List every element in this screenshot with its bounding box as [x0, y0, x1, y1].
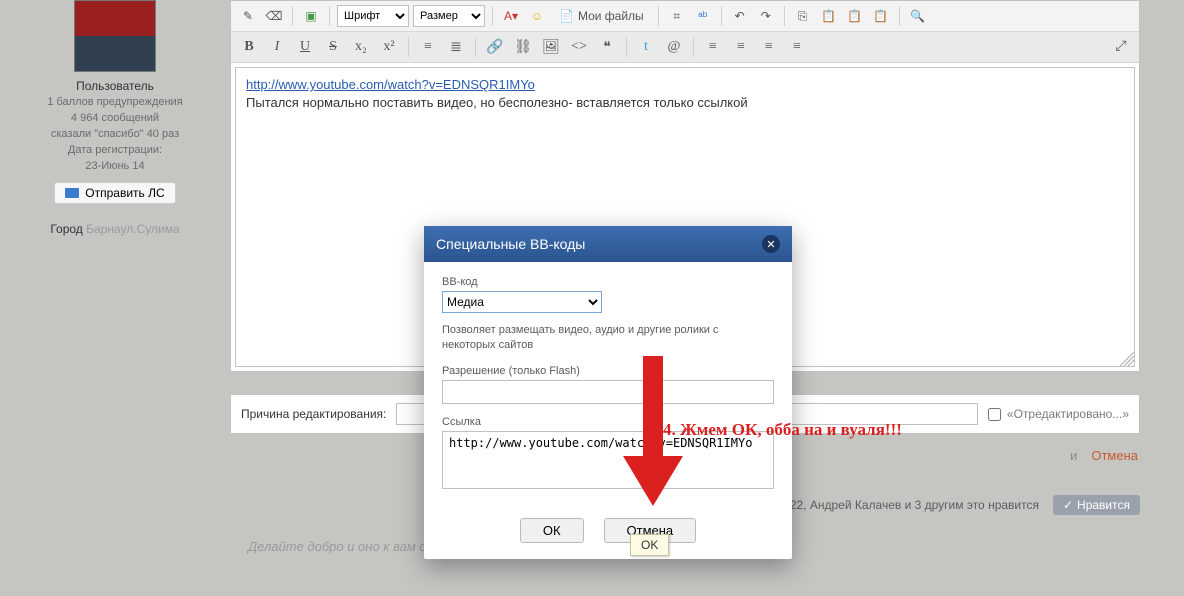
- align-right-button[interactable]: ≡: [757, 36, 781, 58]
- editor-link[interactable]: http://www.youtube.com/watch?v=EDNSQR1IM…: [246, 77, 535, 92]
- cancel-link[interactable]: Отмена: [1091, 448, 1138, 463]
- align-left-button[interactable]: ≡: [701, 36, 725, 58]
- twitter-icon[interactable]: t: [634, 36, 658, 58]
- paste-text-icon[interactable]: 📋: [844, 5, 866, 27]
- user-role: Пользователь: [8, 78, 222, 94]
- source-icon[interactable]: ✎: [237, 5, 259, 27]
- user-warnings: 1 баллов предупреждения: [8, 94, 222, 110]
- quote-button[interactable]: ❝: [595, 36, 619, 58]
- redo-icon[interactable]: ↷: [755, 5, 777, 27]
- resolution-input[interactable]: [442, 380, 774, 404]
- translate-icon[interactable]: ᵃᵇ: [692, 5, 714, 27]
- resolution-label: Разрешение (только Flash): [442, 365, 774, 377]
- modal-title: Специальные BB-коды: [436, 236, 585, 252]
- font-select[interactable]: Шрифт: [337, 5, 409, 27]
- likes-text: ав22, Андрей Калачев и 3 другим это нрав…: [777, 498, 1039, 512]
- ol-button[interactable]: ≣: [444, 36, 468, 58]
- underline-button[interactable]: U: [293, 36, 317, 58]
- user-posts: 4 964 сообщений: [8, 110, 222, 126]
- paste-icon[interactable]: 📋: [818, 5, 840, 27]
- user-thanks: сказали "спасибо" 40 раз: [8, 126, 222, 142]
- copy-icon[interactable]: ⎘: [792, 5, 814, 27]
- italic-button[interactable]: I: [265, 36, 289, 58]
- mention-icon[interactable]: @: [662, 36, 686, 58]
- eraser-icon[interactable]: ⌫: [263, 5, 285, 27]
- modal-header: Специальные BB-коды ✕: [424, 226, 792, 262]
- resize-handle-icon[interactable]: [1120, 352, 1134, 366]
- bbcode-modal: Специальные BB-коды ✕ BB-код Медиа Позво…: [424, 226, 792, 559]
- size-select[interactable]: Размер: [413, 5, 485, 27]
- editor-text: Пытался нормально поставить видео, но бе…: [246, 95, 748, 110]
- code-button[interactable]: <>: [567, 36, 591, 58]
- image-icon[interactable]: ▣: [300, 5, 322, 27]
- unlink-button[interactable]: ⛓: [511, 36, 535, 58]
- align-justify-button[interactable]: ≡: [785, 36, 809, 58]
- bbcode-icon[interactable]: ⌗: [666, 5, 688, 27]
- bold-button[interactable]: B: [237, 36, 261, 58]
- bbcode-label: BB-код: [442, 276, 774, 288]
- link-button[interactable]: 🔗: [483, 36, 507, 58]
- modal-body: BB-код Медиа Позволяет размещать видео, …: [424, 262, 792, 508]
- user-info: Пользователь 1 баллов предупреждения 4 9…: [8, 78, 222, 174]
- send-pm-label: Отправить ЛС: [85, 186, 164, 200]
- reg-label: Дата регистрации:: [8, 142, 222, 158]
- subscript-button[interactable]: x₂: [349, 36, 373, 58]
- image2-icon[interactable]: 🖼: [539, 36, 563, 58]
- city-value: Барнаул.Сулима: [86, 222, 180, 236]
- toolbar-2: B I U S x₂ x² ≡ ≣ 🔗 ⛓ 🖼 <> ❝ t @ ≡: [231, 32, 1139, 63]
- myfiles-button[interactable]: 📄 Мои файлы: [552, 5, 651, 27]
- bbcode-select[interactable]: Медиа: [442, 291, 602, 313]
- expand-icon[interactable]: ⤢: [1109, 36, 1133, 58]
- city-label: Город: [50, 222, 82, 236]
- envelope-icon: [65, 188, 79, 198]
- emoji-icon[interactable]: ☺: [526, 5, 548, 27]
- reason-label: Причина редактирования:: [241, 407, 386, 421]
- superscript-button[interactable]: x²: [377, 36, 401, 58]
- avatar: [74, 0, 156, 72]
- undo-icon[interactable]: ↶: [729, 5, 751, 27]
- toolbar-1: ✎ ⌫ ▣ Шрифт Размер A▾ ☺ 📄 Мои файлы ⌗ ᵃᵇ…: [231, 1, 1139, 32]
- paste-word-icon[interactable]: 📋: [870, 5, 892, 27]
- tooltip: OK: [630, 534, 669, 556]
- user-sidebar: Пользователь 1 баллов предупреждения 4 9…: [0, 0, 230, 554]
- edited-check[interactable]: [988, 408, 1001, 421]
- like-button[interactable]: ✓ Нравится: [1053, 495, 1140, 515]
- ul-button[interactable]: ≡: [416, 36, 440, 58]
- edited-checkbox[interactable]: «Отредактировано...»: [988, 407, 1129, 421]
- bbcode-description: Позволяет размещать видео, аудио и други…: [442, 323, 774, 353]
- send-pm-button[interactable]: Отправить ЛС: [54, 182, 175, 204]
- reg-date: 23-Июнь 14: [8, 158, 222, 174]
- strike-button[interactable]: S: [321, 36, 345, 58]
- text-color-icon[interactable]: A▾: [500, 5, 522, 27]
- align-center-button[interactable]: ≡: [729, 36, 753, 58]
- close-icon[interactable]: ✕: [762, 235, 780, 253]
- find-icon[interactable]: 🔍: [907, 5, 929, 27]
- annotation-text: 4. Жмем ОК, обба на и вуаля!!!: [663, 420, 902, 440]
- modal-footer: ОК Отмена: [424, 508, 792, 559]
- city-row: Город Барнаул.Сулима: [8, 222, 222, 236]
- ok-button[interactable]: ОК: [520, 518, 584, 543]
